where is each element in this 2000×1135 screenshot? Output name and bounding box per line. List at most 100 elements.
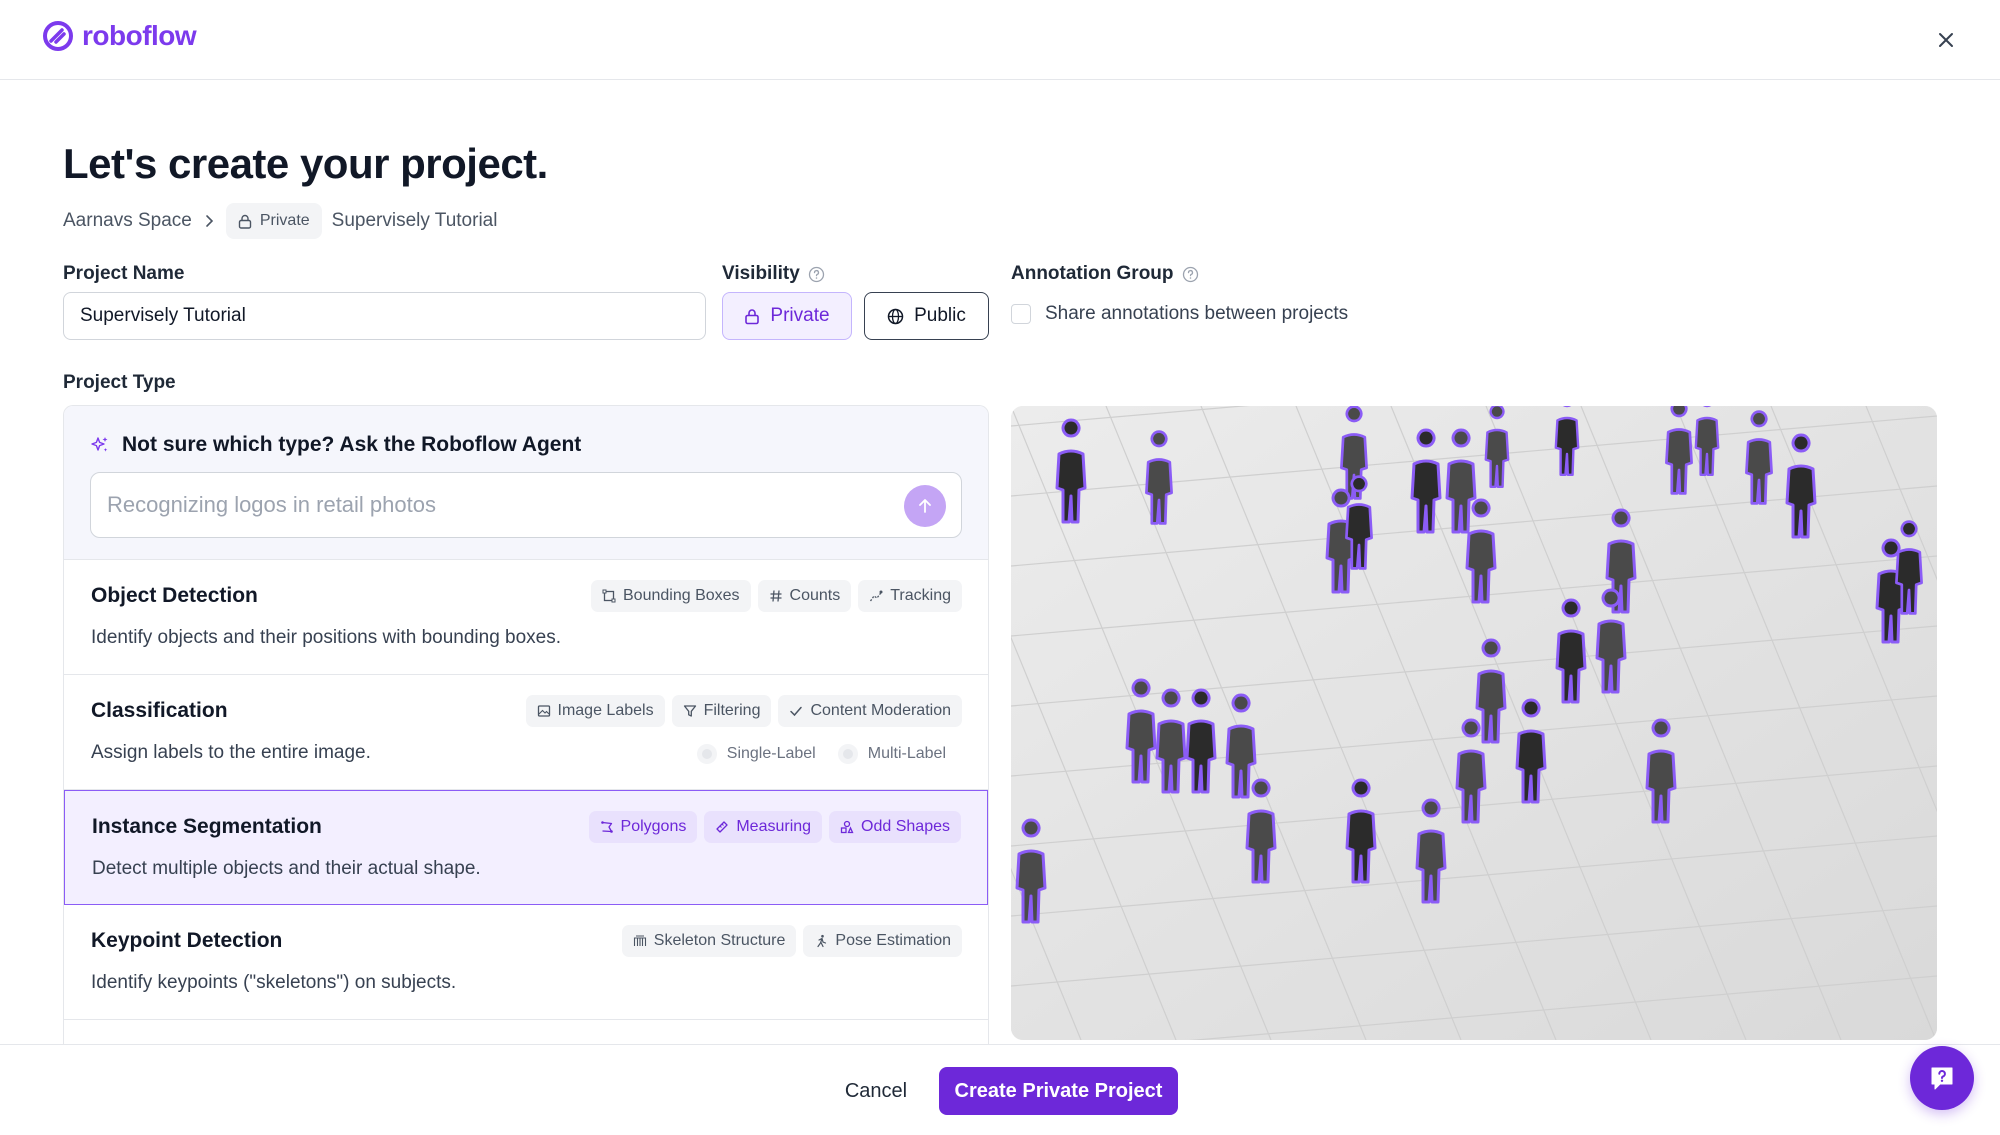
radio-label: Multi-Label	[867, 745, 946, 762]
bounding-box-icon	[602, 589, 616, 603]
radio-label: Single-Label	[726, 745, 816, 762]
shapes-icon	[840, 820, 854, 834]
tag-label: Pose Estimation	[835, 932, 951, 949]
tag-content-moderation: Content Moderation	[778, 695, 962, 727]
tracking-icon	[870, 590, 883, 602]
help-circle-icon[interactable]	[1182, 266, 1199, 283]
lock-icon	[238, 214, 252, 229]
tag-label: Polygons	[620, 818, 687, 835]
project-type-name: Keypoint Detection	[91, 929, 283, 952]
tag-skeleton-structure: Skeleton Structure	[621, 925, 797, 957]
annotation-group-label: Annotation Group	[1011, 263, 1199, 285]
visibility-label: Visibility	[722, 263, 825, 285]
project-type-instance-segmentation[interactable]: Instance Segmentation Detect multiple ob…	[64, 790, 988, 905]
tag-polygons: Polygons	[588, 811, 698, 843]
chat-question-icon	[1931, 1067, 1953, 1090]
arrow-up-icon	[919, 499, 931, 513]
radio-multi-label[interactable]: Multi-Label	[837, 744, 946, 764]
tag-counts: Counts	[757, 580, 852, 612]
project-type-keypoint-detection[interactable]: Keypoint Detection Identify keypoints ("…	[64, 905, 988, 1020]
tag-label: Filtering	[703, 702, 761, 719]
tag-label: Tracking	[890, 587, 951, 604]
project-type-description: Identify objects and their positions wit…	[91, 627, 562, 648]
breadcrumb-workspace[interactable]: Aarnavs Space	[63, 210, 192, 232]
project-type-tags: Polygons Measuring Odd Shapes	[588, 811, 961, 843]
tag-label: Skeleton Structure	[653, 932, 786, 949]
annotation-group-label-text: Annotation Group	[1011, 263, 1174, 284]
image-icon	[537, 705, 550, 717]
tag-tracking: Tracking	[858, 580, 962, 612]
tag-filtering: Filtering	[671, 695, 772, 727]
logo-text: roboflow	[82, 20, 197, 51]
project-type-description: Identify keypoints ("skeletons") on subj…	[91, 972, 457, 993]
breadcrumb-visibility-label: Private	[259, 212, 310, 229]
create-project-button[interactable]: Create Private Project	[939, 1067, 1178, 1115]
visibility-public-button[interactable]: Public	[864, 292, 989, 340]
sparkle-icon	[91, 437, 108, 452]
roboflow-logo-icon	[43, 21, 73, 51]
help-circle-icon[interactable]	[808, 266, 825, 283]
project-type-tags: Bounding Boxes Counts Tracking	[591, 580, 962, 612]
agent-box: Not sure which type? Ask the Roboflow Ag…	[64, 406, 988, 560]
lock-icon	[745, 308, 760, 324]
breadcrumb-project: Supervisely Tutorial	[331, 210, 498, 231]
page-title: Let's create your project.	[63, 140, 548, 187]
breadcrumb: Aarnavs Space Private Supervisely Tutori…	[63, 203, 497, 239]
tag-odd-shapes: Odd Shapes	[829, 811, 961, 843]
visibility-private-button[interactable]: Private	[722, 292, 852, 340]
polygon-icon	[600, 821, 613, 833]
tag-measuring: Measuring	[704, 811, 823, 843]
tag-label: Bounding Boxes	[623, 587, 740, 604]
agent-input-wrapper	[90, 472, 962, 538]
hash-icon	[770, 590, 782, 602]
check-icon	[790, 706, 803, 717]
ruler-icon	[716, 821, 728, 833]
tag-label: Measuring	[736, 818, 812, 835]
radio-dot	[696, 744, 717, 764]
help-chat-button[interactable]	[1910, 1046, 1974, 1110]
share-annotations-label: Share annotations between projects	[1045, 303, 1349, 324]
tag-label: Odd Shapes	[861, 818, 950, 835]
radio-single-label[interactable]: Single-Label	[696, 744, 816, 764]
visibility-private-label: Private	[770, 305, 830, 326]
project-type-object-detection[interactable]: Object Detection Identify objects and th…	[64, 560, 988, 675]
project-type-name: Instance Segmentation	[92, 815, 322, 838]
share-annotations-row[interactable]: Share annotations between projects	[1011, 303, 1348, 325]
project-type-tags: Image Labels Filtering Content Moderatio…	[525, 695, 962, 727]
project-type-classification[interactable]: Classification Assign labels to the enti…	[64, 675, 988, 790]
classification-label-options: Single-Label Multi-Label	[696, 744, 946, 764]
tag-bounding-boxes: Bounding Boxes	[591, 580, 751, 612]
breadcrumb-visibility-badge: Private	[225, 203, 322, 239]
cancel-button[interactable]: Cancel	[826, 1067, 926, 1115]
project-type-next-partial[interactable]	[64, 1020, 988, 1045]
project-type-label: Project Type	[63, 372, 176, 394]
radio-dot	[837, 744, 858, 764]
project-type-description: Assign labels to the entire image.	[91, 742, 371, 763]
tag-image-labels: Image Labels	[525, 695, 665, 727]
agent-title: Not sure which type? Ask the Roboflow Ag…	[90, 433, 581, 457]
project-type-description: Detect multiple objects and their actual…	[92, 858, 481, 879]
visibility-label-text: Visibility	[722, 263, 800, 284]
skeleton-icon	[633, 935, 646, 946]
roboflow-logo[interactable]: roboflow	[42, 20, 197, 52]
project-type-name: Object Detection	[91, 584, 258, 607]
tag-label: Counts	[789, 587, 841, 604]
project-type-name: Classification	[91, 699, 228, 722]
globe-icon	[887, 308, 904, 324]
project-name-input[interactable]	[63, 292, 706, 340]
project-name-label: Project Name	[63, 263, 184, 285]
filter-icon	[683, 705, 696, 717]
tag-label: Content Moderation	[810, 702, 951, 719]
chevron-right-icon	[206, 215, 213, 227]
running-person-icon	[817, 934, 827, 948]
agent-prompt-input[interactable]	[107, 473, 887, 537]
segmentation-example-illustration	[1011, 406, 1937, 1040]
project-type-preview-image	[1011, 406, 1937, 1040]
agent-send-button[interactable]	[904, 485, 946, 527]
project-type-label-text: Project Type	[63, 372, 176, 393]
visibility-public-label: Public	[914, 305, 966, 326]
close-icon[interactable]	[1934, 28, 1958, 52]
project-type-tags: Skeleton Structure Pose Estimation	[621, 925, 962, 957]
project-type-list: Not sure which type? Ask the Roboflow Ag…	[63, 405, 989, 1045]
share-annotations-checkbox[interactable]	[1011, 304, 1031, 324]
